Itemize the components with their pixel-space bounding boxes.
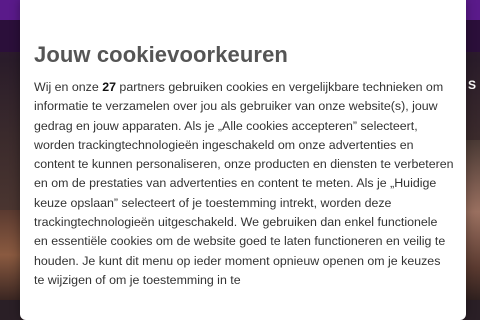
background-nav-fragment: S <box>468 78 477 92</box>
description-text: partners gebruiken cookies en vergelijkb… <box>34 80 454 287</box>
description-intro: Wij en onze <box>34 80 103 94</box>
background-photo-right <box>466 140 480 300</box>
partner-count: 27 <box>102 80 116 94</box>
cookie-consent-dialog: Jouw cookievoorkeuren Wij en onze 27 par… <box>20 0 466 320</box>
dialog-title: Jouw cookievoorkeuren <box>34 42 288 67</box>
background-photo-left <box>0 210 20 300</box>
dialog-description: Wij en onze 27 partners gebruiken cookie… <box>34 78 454 290</box>
